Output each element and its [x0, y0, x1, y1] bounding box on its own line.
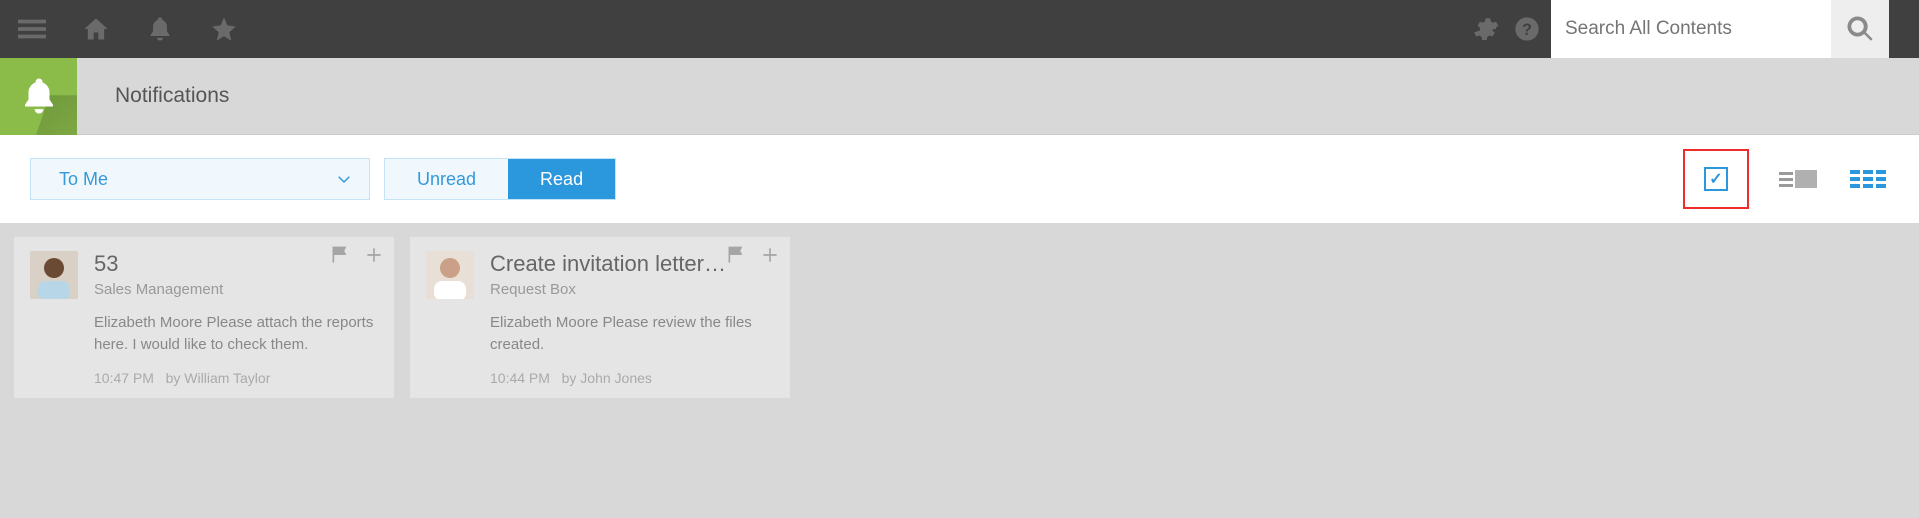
- avatar: [30, 251, 78, 299]
- card-subtitle: Request Box: [490, 281, 774, 298]
- plus-icon[interactable]: [760, 245, 780, 265]
- read-button[interactable]: Read: [508, 159, 615, 199]
- chevron-down-icon: [335, 170, 353, 188]
- card-author: by William Taylor: [166, 370, 271, 386]
- list-view-icon: [1779, 170, 1817, 188]
- notification-card[interactable]: Create invitation letter… Request Box El…: [410, 237, 790, 398]
- star-icon[interactable]: [206, 11, 242, 47]
- card-time: 10:47 PM: [94, 370, 154, 386]
- grid-view-icon: [1850, 170, 1886, 188]
- filter-dropdown[interactable]: To Me: [30, 158, 370, 200]
- avatar: [426, 251, 474, 299]
- grid-view-button[interactable]: [1847, 158, 1889, 200]
- select-mode-button[interactable]: [1683, 149, 1749, 209]
- read-button-label: Read: [540, 169, 583, 190]
- page-bell-icon: [0, 58, 77, 135]
- gear-icon[interactable]: [1467, 11, 1503, 47]
- card-meta: 10:44 PM by John Jones: [490, 370, 774, 386]
- card-meta: 10:47 PM by William Taylor: [94, 370, 378, 386]
- checkbox-icon: [1704, 167, 1728, 191]
- cards: 53 Sales Management Elizabeth Moore Plea…: [0, 223, 1919, 438]
- search-box: [1551, 0, 1889, 58]
- toolbar-right: [1683, 149, 1889, 209]
- flag-icon[interactable]: [726, 245, 746, 265]
- card-time: 10:44 PM: [490, 370, 550, 386]
- menu-icon[interactable]: [14, 11, 50, 47]
- card-actions: [726, 245, 780, 265]
- topbar-end: [1895, 0, 1919, 58]
- toolbar: To Me Unread Read: [0, 135, 1919, 223]
- search-button[interactable]: [1831, 0, 1889, 58]
- help-icon[interactable]: ?: [1509, 11, 1545, 47]
- card-text: Elizabeth Moore Please attach the report…: [94, 312, 378, 356]
- card-actions: [330, 245, 384, 265]
- svg-text:?: ?: [1522, 21, 1532, 39]
- search-input[interactable]: [1551, 0, 1831, 58]
- toolbar-left: To Me Unread Read: [30, 158, 616, 200]
- home-icon[interactable]: [78, 11, 114, 47]
- card-body: 53 Sales Management Elizabeth Moore Plea…: [94, 251, 378, 386]
- topbar-right: ?: [1467, 0, 1919, 58]
- bell-icon[interactable]: [142, 11, 178, 47]
- topbar: ?: [0, 0, 1919, 58]
- unread-button-label: Unread: [417, 169, 476, 190]
- flag-icon[interactable]: [330, 245, 350, 265]
- card-author: by John Jones: [562, 370, 652, 386]
- list-view-button[interactable]: [1777, 158, 1819, 200]
- unread-button[interactable]: Unread: [385, 159, 508, 199]
- read-toggle-group: Unread Read: [384, 158, 616, 200]
- filter-dropdown-label: To Me: [59, 169, 108, 190]
- page-header: Notifications: [0, 58, 1919, 135]
- plus-icon[interactable]: [364, 245, 384, 265]
- notification-card[interactable]: 53 Sales Management Elizabeth Moore Plea…: [14, 237, 394, 398]
- topbar-left: [14, 11, 242, 47]
- card-text: Elizabeth Moore Please review the files …: [490, 312, 774, 356]
- page-title: Notifications: [115, 84, 229, 108]
- card-subtitle: Sales Management: [94, 281, 378, 298]
- card-body: Create invitation letter… Request Box El…: [490, 251, 774, 386]
